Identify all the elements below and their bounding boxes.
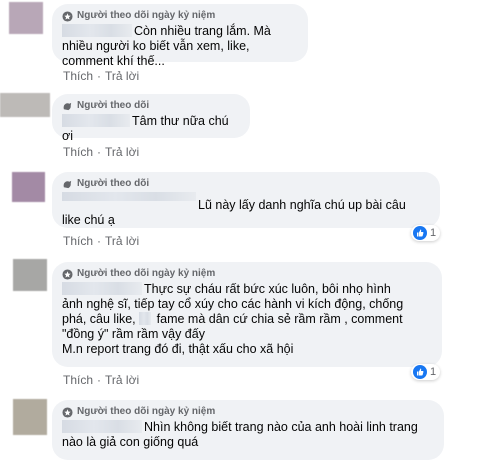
like-link[interactable]: Thích [63,145,93,159]
comment-text: Lũ này lấy danh nghĩa chú up bài câu lik… [62,192,430,228]
fan-badge-icon [63,102,72,110]
reply-link[interactable]: Trả lời [105,69,139,83]
like-link[interactable]: Thích [63,373,93,387]
like-link[interactable]: Thích [63,69,93,83]
comment-text: Tâm thư nữa chú ơi [62,114,229,143]
comment-actions: Thích · Trả lời [63,234,139,248]
comment-bubble: Người theo dõi Lũ này lấy danh nghĩa chú… [52,172,440,228]
comment-actions: Thích · Trả lời [63,69,139,83]
comment-actions: Thích · Trả lời [63,373,139,387]
comment-text: Nhìn không biết trang nào của anh hoài l… [62,420,418,449]
avatar[interactable] [13,399,47,435]
fan-badge: Người theo dõi [62,100,240,112]
redacted-name [62,282,142,295]
thumbs-up-icon [413,365,427,379]
comment-actions: Thích · Trả lời [63,145,139,159]
reply-link[interactable]: Trả lời [105,145,139,159]
redacted-name [62,24,132,37]
comment-bubble: Người theo dõi ngày kỷ niệm Nhìn không b… [52,400,444,460]
fan-badge: Người theo dõi ngày kỷ niệm [62,406,434,418]
fan-badge-icon [62,406,73,418]
avatar[interactable] [13,259,47,291]
reaction-number: 1 [430,227,437,239]
avatar[interactable] [0,93,50,117]
avatar[interactable] [12,172,45,202]
reaction-count[interactable]: 1 [411,225,441,241]
redacted-name [62,192,196,201]
badge-label: Người theo dõi ngày kỷ niệm [77,268,216,279]
comment-text: Thực sự cháu rất bức xúc luôn, bôi nhọ h… [62,282,404,356]
like-link[interactable]: Thích [63,234,93,248]
reaction-number: 1 [430,366,437,378]
fan-badge-icon [62,10,73,22]
comment-bubble: Người theo dõi ngày kỷ niệm Còn nhiều tr… [52,4,308,68]
separator: · [97,234,102,248]
reply-link[interactable]: Trả lời [105,234,139,248]
fan-badge: Người theo dõi ngày kỷ niệm [62,10,298,22]
comment-bubble: Người theo dõi ngày kỷ niệm Thực sự cháu… [52,262,442,367]
redacted-word [139,312,152,325]
separator: · [97,145,102,159]
avatar[interactable] [9,2,43,34]
comment-text: Còn nhiều trang lắm. Mà nhiều người ko b… [62,24,271,68]
badge-label: Người theo dõi [77,100,150,111]
comment-bubble: Người theo dõi Tâm thư nữa chú ơi [52,94,250,143]
badge-label: Người theo dõi ngày kỷ niệm [77,406,216,417]
reaction-count[interactable]: 1 [411,364,441,380]
redacted-name [62,420,142,433]
separator: · [97,69,102,83]
separator: · [97,373,102,387]
badge-label: Người theo dõi ngày kỷ niệm [77,10,216,21]
fan-badge-icon [62,268,73,280]
fan-badge: Người theo dõi ngày kỷ niệm [62,268,432,280]
fan-badge-icon [63,180,72,188]
thumbs-up-icon [413,226,427,240]
fan-badge: Người theo dõi [62,178,430,190]
badge-label: Người theo dõi [77,178,150,189]
reply-link[interactable]: Trả lời [105,373,139,387]
redacted-name [62,114,130,127]
